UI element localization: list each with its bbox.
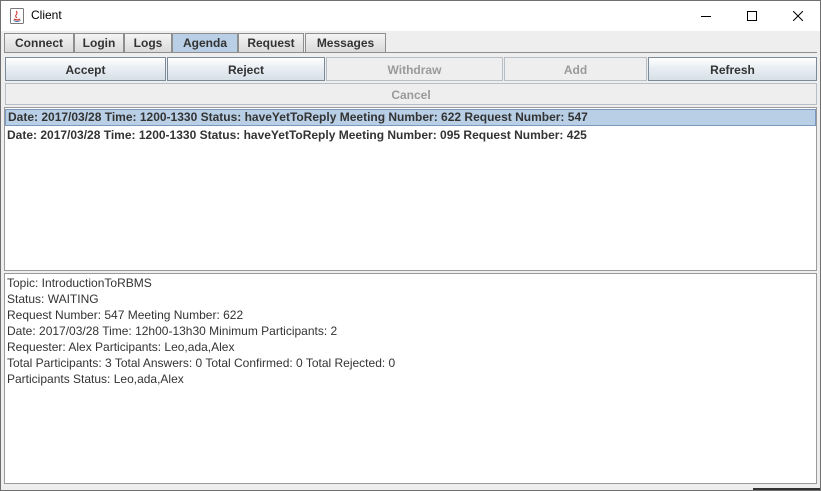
tab-login[interactable]: Login (74, 33, 124, 52)
tab-request[interactable]: Request (238, 33, 304, 52)
withdraw-button[interactable]: Withdraw (326, 57, 503, 81)
tab-agenda[interactable]: Agenda (172, 33, 238, 52)
detail-totals: Total Participants: 3 Total Answers: 0 T… (7, 356, 396, 370)
maximize-icon (747, 11, 757, 21)
detail-status: Status: WAITING (7, 292, 99, 306)
list-item[interactable]: Date: 2017/03/28 Time: 1200-1330 Status:… (5, 109, 816, 126)
detail-requester: Requester: Alex Participants: Leo,ada,Al… (7, 340, 235, 354)
accept-button[interactable]: Accept (5, 57, 166, 81)
client-window: Client Connect Login Logs Agenda Request… (0, 0, 821, 491)
java-app-icon (10, 8, 24, 24)
close-icon (793, 11, 803, 21)
minimize-icon (701, 11, 711, 21)
reject-button[interactable]: Reject (167, 57, 325, 81)
tab-connect[interactable]: Connect (4, 33, 74, 52)
tab-strip-border (4, 52, 817, 53)
agenda-list[interactable]: Date: 2017/03/28 Time: 1200-1330 Status:… (4, 107, 817, 271)
maximize-button[interactable] (729, 1, 775, 31)
detail-request-number: Request Number: 547 Meeting Number: 622 (7, 308, 244, 322)
minimize-button[interactable] (683, 1, 729, 31)
add-button[interactable]: Add (504, 57, 647, 81)
detail-topic: Topic: IntroductionToRBMS (7, 276, 152, 290)
detail-participants-status: Participants Status: Leo,ada,Alex (7, 372, 184, 386)
detail-date-time: Date: 2017/03/28 Time: 12h00-13h30 Minim… (7, 324, 338, 338)
list-item[interactable]: Date: 2017/03/28 Time: 1200-1330 Status:… (5, 127, 816, 144)
meeting-details-area[interactable]: Topic: IntroductionToRBMS Status: WAITIN… (4, 273, 817, 484)
tab-logs[interactable]: Logs (124, 33, 172, 52)
title-bar[interactable]: Client (1, 1, 820, 31)
tab-messages[interactable]: Messages (305, 33, 386, 52)
refresh-button[interactable]: Refresh (648, 57, 817, 81)
close-button[interactable] (775, 1, 820, 31)
cancel-button[interactable]: Cancel (5, 83, 817, 105)
window-title: Client (31, 8, 62, 22)
